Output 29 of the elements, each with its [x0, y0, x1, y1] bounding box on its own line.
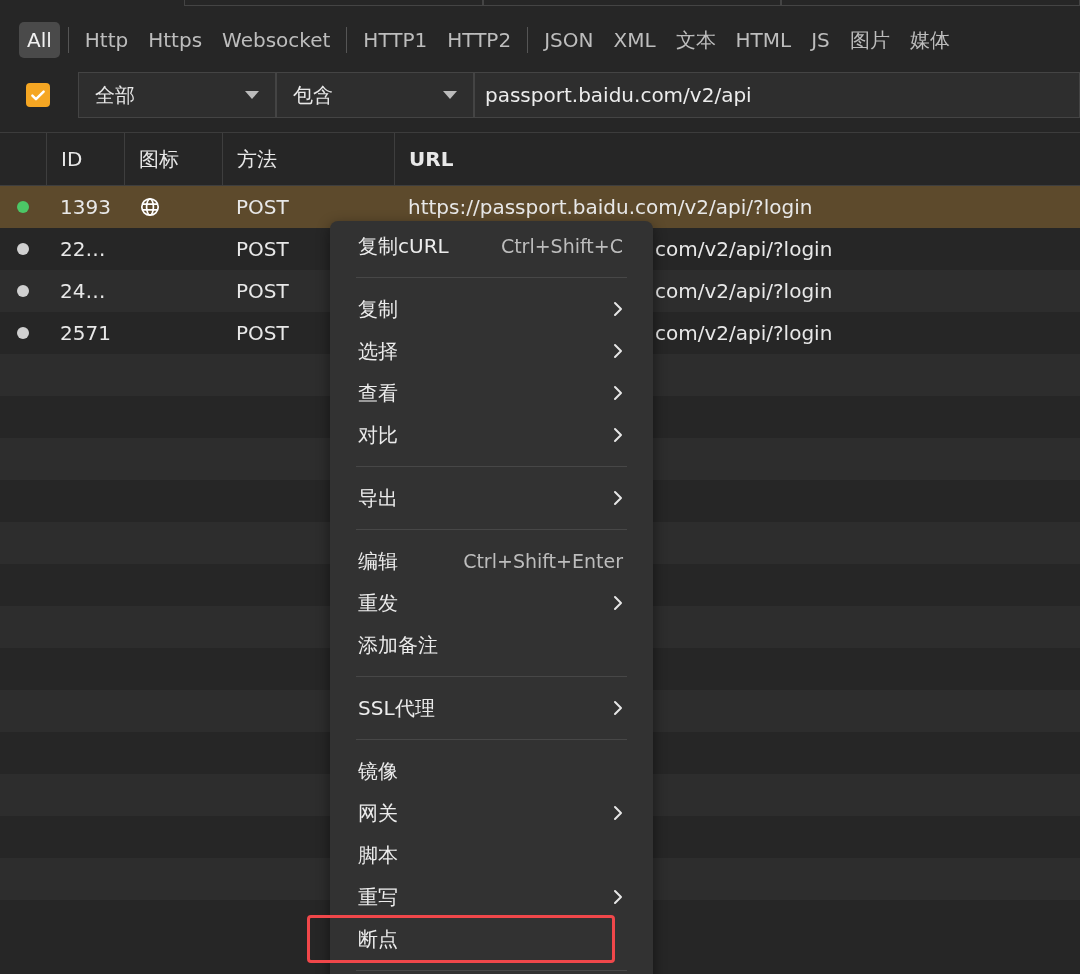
menu-item-label: 重发	[358, 589, 398, 617]
menu-item-label: 断点	[358, 925, 398, 953]
menu-item-label: 选择	[358, 337, 398, 365]
table-cell: POST	[236, 195, 289, 219]
menu-item-label: 编辑	[358, 547, 398, 575]
menu-item-label: 导出	[358, 484, 398, 512]
table-cell: 22…	[60, 237, 106, 261]
table-cell: 1393	[60, 195, 111, 219]
menu-item-label: 查看	[358, 379, 398, 407]
menu-item-label: SSL代理	[358, 694, 435, 722]
menu-item-label: 对比	[358, 421, 398, 449]
table-cell: 24…	[60, 279, 106, 303]
menu-item-label: 脚本	[358, 841, 398, 869]
table-cell: POST	[236, 237, 289, 261]
menu-item-label: 添加备注	[358, 631, 438, 659]
menu-item-label: 重写	[358, 883, 398, 911]
table-cell: com/v2/api/?login	[655, 279, 833, 303]
table-cell: com/v2/api/?login	[655, 237, 833, 261]
shortcut-label: Ctrl+Shift+C	[500, 235, 623, 257]
shortcut-label: Ctrl+Shift+Enter	[463, 550, 623, 572]
menu-item-label: 复制cURL	[358, 232, 449, 260]
table-cell: https://passport.baidu.com/v2/api/?login	[408, 195, 813, 219]
menu-item-label: 网关	[358, 799, 398, 827]
menu-item-label: 镜像	[358, 757, 398, 785]
table-cell: POST	[236, 279, 289, 303]
table-cell: com/v2/api/?login	[655, 321, 833, 345]
table-cell: POST	[236, 321, 289, 345]
menu-item-label: 复制	[358, 295, 398, 323]
table-cell: 2571	[60, 321, 111, 345]
